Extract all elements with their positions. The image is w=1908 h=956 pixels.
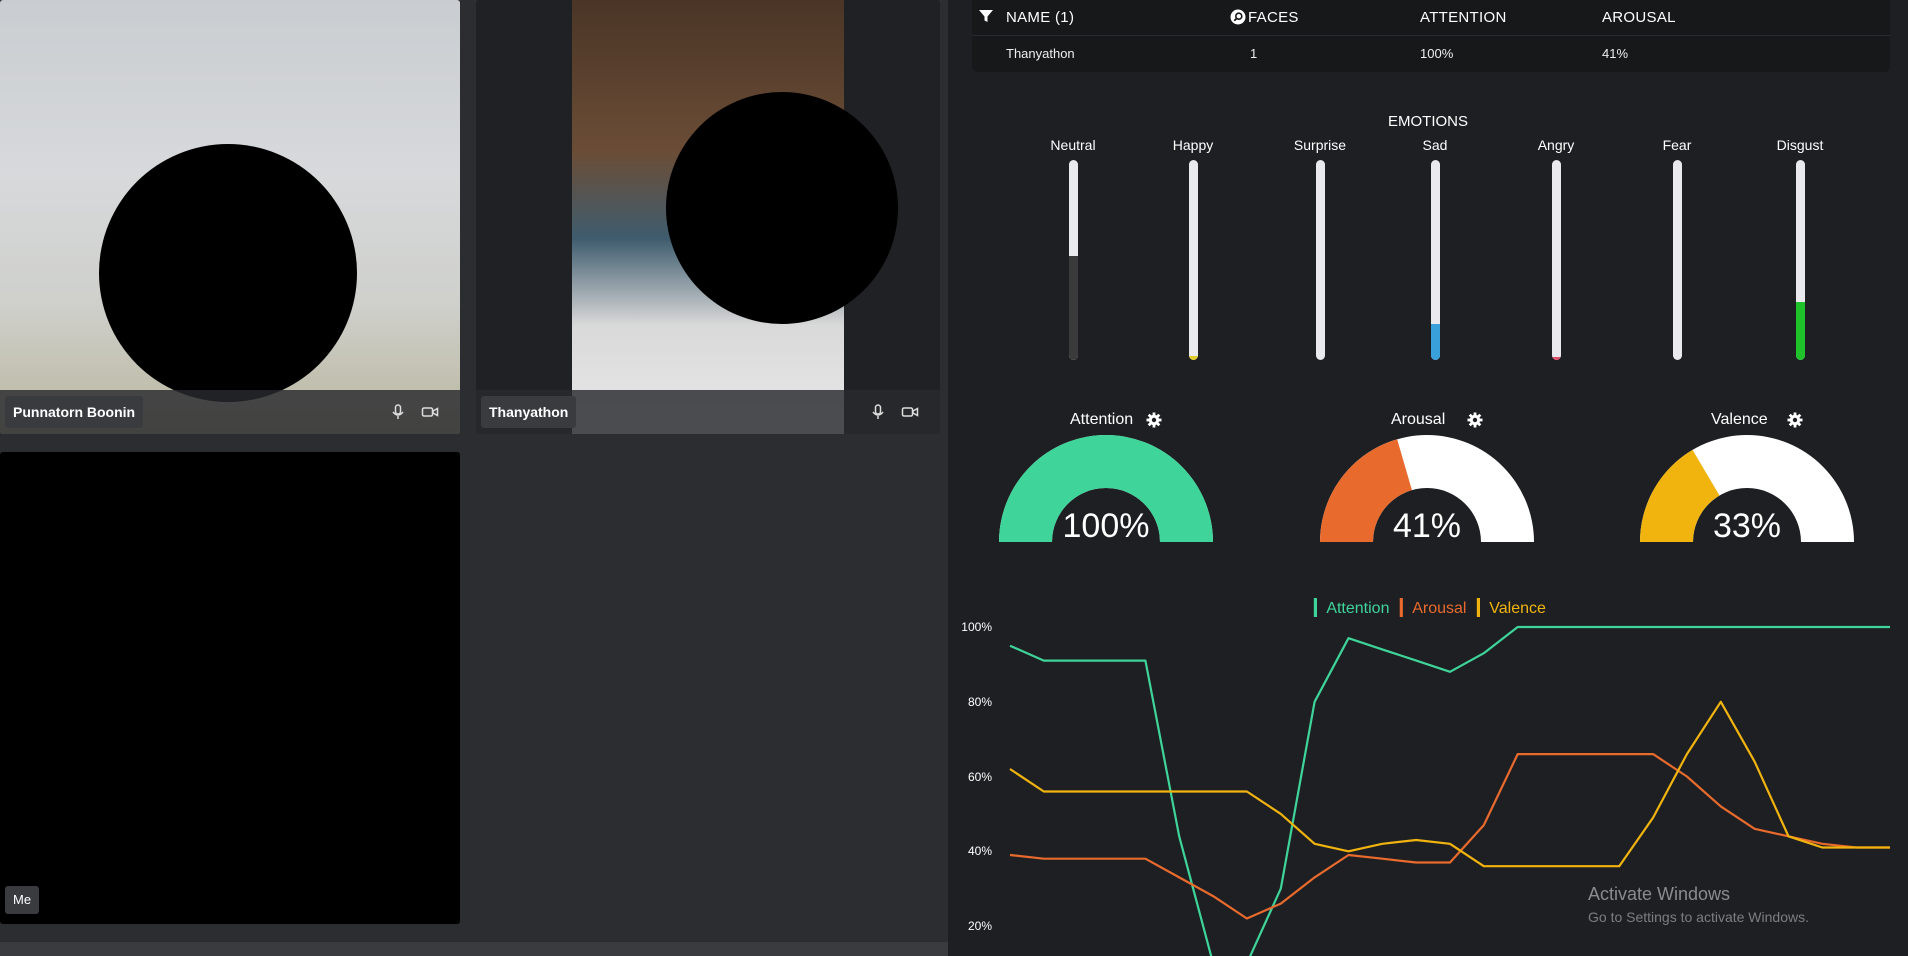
- gauge-value-valence: 33%: [1712, 507, 1782, 545]
- gear-icon[interactable]: [1146, 412, 1162, 428]
- camera-icon[interactable]: [900, 402, 920, 422]
- gear-icon[interactable]: [1787, 412, 1803, 428]
- table-cell-name[interactable]: Thanyathon: [1006, 46, 1075, 61]
- column-header-attention[interactable]: ATTENTION: [1420, 9, 1507, 26]
- participant-name: Punnatorn Boonin: [5, 396, 144, 428]
- emotion-level-fill: [1796, 302, 1805, 360]
- table-cell-arousal: 41%: [1602, 46, 1629, 61]
- column-header-arousal[interactable]: AROUSAL: [1602, 9, 1676, 26]
- face-mask: [99, 144, 357, 402]
- emotion-label-surprise: Surprise: [1293, 137, 1347, 153]
- table-cell-attention: 100%: [1420, 46, 1454, 61]
- filter-icon[interactable]: [978, 8, 994, 24]
- emotion-label-happy: Happy: [1172, 137, 1214, 153]
- activation-watermark-subtitle: Go to Settings to activate Windows.: [1588, 909, 1809, 925]
- video-grid: Punnatorn Boonin Thanyathon Me: [0, 0, 948, 942]
- video-tile-self[interactable]: Me: [0, 452, 460, 924]
- camera-icon[interactable]: [420, 402, 440, 422]
- camera-feed: [572, 0, 898, 434]
- gauge-value-arousal: 41%: [1392, 507, 1462, 545]
- search-icon[interactable]: [1230, 9, 1246, 25]
- table-cell-faces: 1: [1250, 46, 1258, 61]
- microphone-icon[interactable]: [388, 402, 408, 422]
- emotion-bar-fear: [1673, 160, 1682, 360]
- emotion-level-fill: [1552, 357, 1561, 360]
- row-divider: [972, 35, 1890, 36]
- emotion-bar-angry: [1552, 160, 1561, 360]
- emotion-label-angry: Angry: [1537, 137, 1575, 153]
- emotion-level-fill: [1189, 356, 1198, 360]
- column-header-faces[interactable]: FACES: [1248, 9, 1299, 26]
- participant-name: Thanyathon: [481, 396, 577, 428]
- analytics-panel: NAME (1) FACES ATTENTION AROUSAL Thanyat…: [948, 0, 1908, 956]
- gauge-title-arousal: Arousal: [1391, 411, 1446, 428]
- emotion-bar-neutral: [1069, 160, 1078, 360]
- video-tile-participant-2[interactable]: Thanyathon: [476, 0, 940, 434]
- activation-watermark-title: Activate Windows: [1588, 884, 1731, 904]
- bottom-strip: [0, 942, 948, 956]
- emotion-bar-disgust: [1796, 160, 1805, 360]
- column-header-name[interactable]: NAME (1): [1006, 9, 1074, 26]
- self-name-tag: Me: [5, 886, 40, 914]
- emotion-bar-sad: [1431, 160, 1440, 360]
- tile-name-bar: Punnatorn Boonin: [0, 390, 460, 434]
- line-chart: [1009, 625, 1890, 956]
- emotion-level-fill: [1431, 324, 1440, 360]
- participants-table: NAME (1) FACES ATTENTION AROUSAL Thanyat…: [972, 0, 1890, 72]
- emotion-label-neutral: Neutral: [1050, 137, 1096, 153]
- emotion-label-disgust: Disgust: [1776, 137, 1824, 153]
- app-root: Punnatorn Boonin Thanyathon Me NAME (1) …: [0, 0, 1908, 956]
- emotion-level-fill: [1069, 256, 1078, 360]
- gauge-value-attention: 100%: [1062, 507, 1150, 545]
- emotion-bar-surprise: [1316, 160, 1325, 360]
- emotions-title: EMOTIONS: [1387, 113, 1468, 130]
- gauge-title-valence: Valence: [1711, 411, 1768, 428]
- series-line-arousal: [1009, 753, 1890, 920]
- emotion-bar-happy: [1189, 160, 1198, 360]
- emotion-label-fear: Fear: [1662, 137, 1692, 153]
- face-mask: [666, 92, 898, 324]
- video-tile-participant-1[interactable]: Punnatorn Boonin: [0, 0, 460, 434]
- microphone-icon[interactable]: [868, 402, 888, 422]
- series-line-valence: [1009, 700, 1890, 868]
- emotion-label-sad: Sad: [1422, 137, 1448, 153]
- gear-icon[interactable]: [1467, 412, 1483, 428]
- gauge-title-attention: Attention: [1070, 411, 1134, 428]
- tile-name-bar: Thanyathon: [476, 390, 940, 434]
